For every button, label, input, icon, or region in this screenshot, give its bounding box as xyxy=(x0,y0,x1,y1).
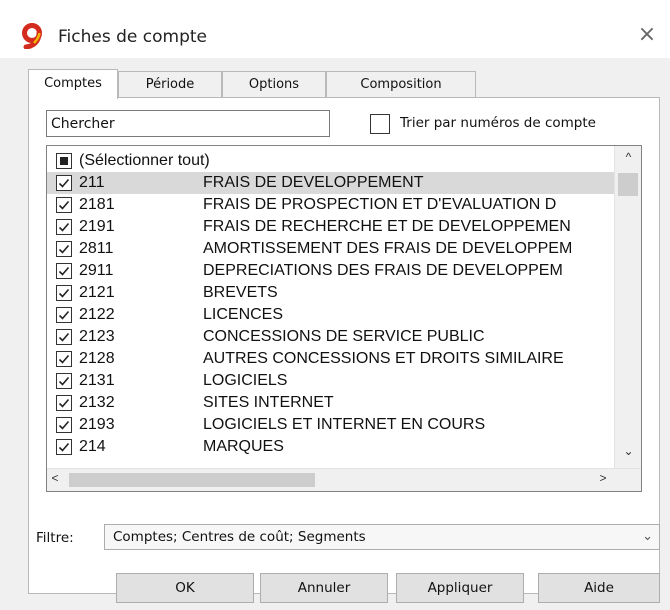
app-logo-icon xyxy=(20,23,46,50)
checkmark-icon xyxy=(58,310,70,320)
tab-composition[interactable]: Composition xyxy=(326,71,476,97)
account-code: 2911 xyxy=(79,262,114,279)
account-row[interactable]: 2132 SITES INTERNET xyxy=(47,392,614,414)
account-code: 2132 xyxy=(79,394,115,411)
checkmark-icon xyxy=(58,420,70,430)
account-row[interactable]: 214 MARQUES xyxy=(47,436,614,458)
checkmark-icon xyxy=(58,200,70,210)
checkmark-icon xyxy=(58,244,70,254)
vertical-scrollbar[interactable]: ^ ⌄ xyxy=(614,146,641,468)
checkmark-icon xyxy=(58,354,70,364)
scroll-left-icon[interactable]: < xyxy=(47,471,65,485)
filter-label: Filtre: xyxy=(36,530,74,546)
ok-button[interactable]: OK xyxy=(116,573,254,603)
account-row[interactable]: 2123 CONCESSIONS DE SERVICE PUBLIC xyxy=(47,326,614,348)
account-name: LICENCES xyxy=(203,306,284,323)
checkmark-icon xyxy=(58,178,70,188)
account-row[interactable]: 2193 LOGICIELS ET INTERNET EN COURS xyxy=(47,414,614,436)
chevron-down-icon: ⌄ xyxy=(642,529,653,544)
account-name: CONCESSIONS DE SERVICE PUBLIC xyxy=(203,328,485,345)
window-title: Fiches de compte xyxy=(58,27,207,47)
tab-periode[interactable]: Période xyxy=(118,71,222,97)
account-code: 2123 xyxy=(79,328,115,345)
account-code: 2181 xyxy=(79,196,115,213)
filter-dropdown[interactable]: Comptes; Centres de coût; Segments ⌄ xyxy=(104,524,660,550)
account-code: 2128 xyxy=(79,350,115,367)
account-name: AMORTISSEMENT DES FRAIS DE DEVELOPPEM xyxy=(203,240,573,257)
account-checkbox[interactable] xyxy=(56,329,72,345)
account-row[interactable]: 2181 FRAIS DE PROSPECTION ET D'EVALUATION… xyxy=(47,194,614,216)
account-name: MARQUES xyxy=(203,438,284,455)
account-checkbox[interactable] xyxy=(56,219,72,235)
help-button[interactable]: Aide xyxy=(538,573,660,603)
account-code: 211 xyxy=(79,174,105,191)
account-code: 2193 xyxy=(79,416,115,433)
search-input[interactable] xyxy=(46,110,330,137)
account-name: AUTRES CONCESSIONS ET DROITS SIMILAIRE xyxy=(203,350,564,367)
title-bar: Fiches de compte × xyxy=(0,8,670,58)
account-name: FRAIS DE DEVELOPPEMENT xyxy=(203,174,424,191)
checkmark-icon xyxy=(58,332,70,342)
account-code: 2811 xyxy=(79,240,114,257)
account-row[interactable]: 2911 DEPRECIATIONS DES FRAIS DE DEVELOPPE… xyxy=(47,260,614,282)
account-code: 2122 xyxy=(79,306,115,323)
scroll-down-icon[interactable]: ⌄ xyxy=(615,444,641,458)
account-checkbox[interactable] xyxy=(56,395,72,411)
scroll-right-icon[interactable]: > xyxy=(593,471,613,485)
account-name: DEPRECIATIONS DES FRAIS DE DEVELOPPEM xyxy=(203,262,563,279)
account-checkbox[interactable] xyxy=(56,439,72,455)
account-name: BREVETS xyxy=(203,284,278,301)
select-all-label: (Sélectionner tout) xyxy=(79,152,210,169)
checkmark-icon xyxy=(58,376,70,386)
filter-value: Comptes; Centres de coût; Segments xyxy=(113,529,366,545)
account-checkbox[interactable] xyxy=(56,175,72,191)
account-row[interactable]: 2128 AUTRES CONCESSIONS ET DROITS SIMILAI… xyxy=(47,348,614,370)
checkmark-icon xyxy=(58,398,70,408)
checkmark-icon xyxy=(58,222,70,232)
account-checkbox[interactable] xyxy=(56,241,72,257)
checkmark-icon xyxy=(58,288,70,298)
account-row[interactable]: 2122 LICENCES xyxy=(47,304,614,326)
account-checkbox[interactable] xyxy=(56,351,72,367)
cancel-button[interactable]: Annuler xyxy=(260,573,388,603)
apply-button[interactable]: Appliquer xyxy=(396,573,524,603)
account-list[interactable]: (Sélectionner tout) 211 FRAIS DE DEVELOPP… xyxy=(46,145,642,492)
account-row[interactable]: 211 FRAIS DE DEVELOPPEMENT xyxy=(47,172,614,194)
account-checkbox[interactable] xyxy=(56,285,72,301)
account-name: LOGICIELS xyxy=(203,372,288,389)
sort-by-number-label: Trier par numéros de compte xyxy=(400,115,596,131)
account-row[interactable]: 2121 BREVETS xyxy=(47,282,614,304)
vertical-scroll-thumb[interactable] xyxy=(618,173,638,196)
account-checkbox[interactable] xyxy=(56,373,72,389)
account-row[interactable]: 2811 AMORTISSEMENT DES FRAIS DE DEVELOPPE… xyxy=(47,238,614,260)
account-name: FRAIS DE RECHERCHE ET DE DEVELOPPEMEN xyxy=(203,218,571,235)
horizontal-scroll-thumb[interactable] xyxy=(69,473,315,487)
account-checkbox[interactable] xyxy=(56,197,72,213)
account-checkbox[interactable] xyxy=(56,417,72,433)
account-row[interactable]: 2131 LOGICIELS xyxy=(47,370,614,392)
horizontal-scrollbar[interactable]: < > xyxy=(47,468,641,491)
tab-comptes[interactable]: Comptes xyxy=(28,69,118,99)
checkmark-icon xyxy=(58,442,70,452)
scroll-up-icon[interactable]: ^ xyxy=(615,150,641,164)
account-name: FRAIS DE PROSPECTION ET D'EVALUATION D xyxy=(203,196,557,213)
tab-options[interactable]: Options xyxy=(222,71,326,97)
account-checkbox[interactable] xyxy=(56,307,72,323)
account-code: 2131 xyxy=(79,372,115,389)
select-all-checkbox[interactable] xyxy=(56,153,72,169)
account-checkbox[interactable] xyxy=(56,263,72,279)
sort-by-number-checkbox[interactable] xyxy=(370,114,390,134)
select-all-row[interactable]: (Sélectionner tout) xyxy=(47,150,614,172)
account-name: SITES INTERNET xyxy=(203,394,334,411)
account-code: 2121 xyxy=(79,284,115,301)
account-code: 2191 xyxy=(79,218,115,235)
account-code: 214 xyxy=(79,438,106,455)
close-icon[interactable]: × xyxy=(634,22,660,48)
checkmark-icon xyxy=(58,266,70,276)
account-name: LOGICIELS ET INTERNET EN COURS xyxy=(203,416,486,433)
account-row[interactable]: 2191 FRAIS DE RECHERCHE ET DE DEVELOPPEME… xyxy=(47,216,614,238)
